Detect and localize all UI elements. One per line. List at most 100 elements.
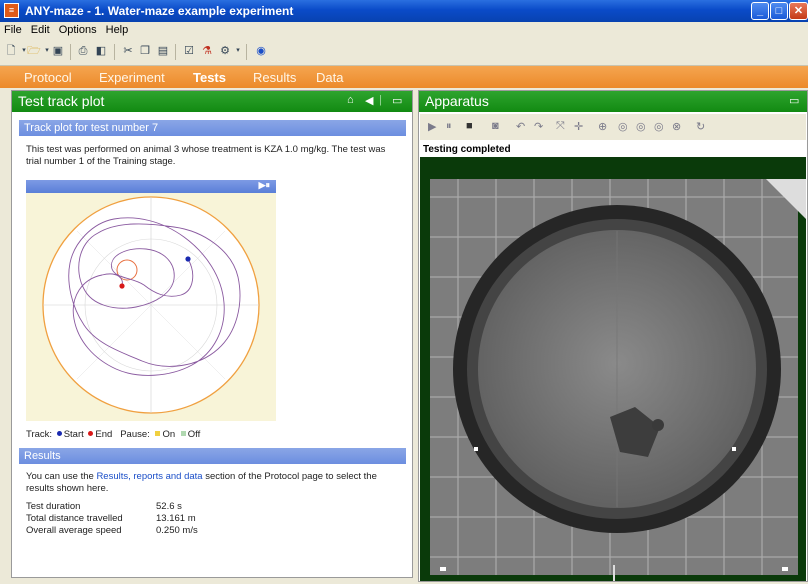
results-text: You can use the <box>26 471 97 482</box>
tab-results[interactable]: Results <box>253 70 296 85</box>
result-value: 52.6 s <box>156 501 182 512</box>
tab-experiment[interactable]: Experiment <box>99 70 165 85</box>
panel-title: Apparatus <box>425 93 489 109</box>
circle-tool-icon[interactable]: ◎ <box>636 120 646 133</box>
legend-off: Off <box>187 429 201 440</box>
zoom-icon[interactable]: ⊕ <box>598 120 607 133</box>
apparatus-toolbar: ▶ ⏸ ■ ◙ ↶ ↷ ⤧ ✛ ⊕ ◎ ◎ ◎ ⊗ ↻ <box>420 114 806 140</box>
tab-data[interactable]: Data <box>316 70 343 85</box>
marker-dot <box>440 567 446 571</box>
paste-icon[interactable]: ▤ <box>156 44 170 58</box>
redo-icon[interactable]: ↷ <box>534 120 543 133</box>
back-arrow-icon[interactable]: ◀ <box>365 94 373 107</box>
toolbar-separator <box>246 44 247 60</box>
pause-on-square-icon <box>155 431 161 437</box>
save-icon[interactable]: ▣ <box>51 44 65 58</box>
track-start-marker <box>185 256 191 262</box>
result-value: 13.161 m <box>156 513 196 524</box>
undo-icon[interactable]: ↶ <box>516 120 525 133</box>
video-frame-svg <box>430 179 806 581</box>
test-description: This test was performed on animal 3 whos… <box>26 144 386 167</box>
circle-tool-icon[interactable]: ◎ <box>654 120 664 133</box>
fit-icon[interactable]: ⤧ <box>556 120 565 133</box>
tab-tests[interactable]: Tests <box>193 70 226 85</box>
menu-file[interactable]: File <box>0 22 27 36</box>
main-toolbar: 🗋 ▾ 🗁 ▾ ▣ ⎙ ◧ ✂ ❐ ▤ ☑ ⚗ ⚙ ▾ ◉ <box>0 39 808 66</box>
track-legend: Track: Start End Pause: On Off <box>26 429 200 440</box>
maximize-button[interactable]: □ <box>770 2 788 20</box>
legend-on: On <box>162 429 176 440</box>
animal-blob <box>652 419 664 431</box>
minimize-button[interactable]: _ <box>751 2 769 20</box>
window-title: ANY-maze - 1. Water-maze example experim… <box>25 4 294 18</box>
test-status: Testing completed <box>423 144 511 155</box>
result-row: Overall average speed 0.250 m/s <box>26 525 396 536</box>
toolbar-separator <box>70 44 71 60</box>
pause-off-square-icon <box>180 431 186 437</box>
result-label: Total distance travelled <box>26 513 123 524</box>
check-icon[interactable]: ☑ <box>182 44 196 58</box>
circle-tool-icon[interactable]: ◎ <box>618 120 628 133</box>
section-title: Track plot for test number 7 <box>24 122 159 134</box>
record-icon[interactable]: ◙ <box>492 120 499 132</box>
legend-pause-label: Pause: <box>120 429 150 440</box>
cut-icon[interactable]: ✂ <box>121 44 135 58</box>
panel-title: Test track plot <box>18 93 105 109</box>
track-plot-svg <box>42 196 260 414</box>
home-icon[interactable]: ⌂ <box>347 94 354 106</box>
tab-protocol[interactable]: Protocol <box>24 70 72 85</box>
result-row: Total distance travelled 13.161 m <box>26 513 396 524</box>
play-icon[interactable]: ▶ <box>428 120 436 133</box>
play-pause-icon[interactable]: ▶⏸ <box>259 180 270 191</box>
copy-icon[interactable]: ❐ <box>138 44 152 58</box>
maximize-panel-icon[interactable]: ▭ <box>392 94 402 107</box>
plot-playback-bar: ▶⏸ <box>26 180 276 193</box>
section-header: Track plot for test number 7 <box>19 120 406 136</box>
navigation-tabs: Protocol Experiment Tests Results Data <box>0 66 808 88</box>
menu-bar: File Edit Options Help <box>0 22 808 39</box>
stop-icon[interactable]: ■ <box>466 120 473 132</box>
result-label: Test duration <box>26 501 81 512</box>
track-end-marker <box>119 283 125 289</box>
settings-icon[interactable]: ⚙ <box>218 44 232 58</box>
result-label: Overall average speed <box>26 525 122 536</box>
panel-header: Apparatus ▭ <box>419 91 807 112</box>
start-dot-icon <box>56 431 62 437</box>
marker-dot <box>732 447 736 451</box>
pause-icon[interactable]: ⏸ <box>446 120 452 133</box>
test-track-plot-panel: Test track plot ⌂ ◀ | ▭ Track plot for t… <box>11 90 413 578</box>
result-row: Test duration 52.6 s <box>26 501 396 512</box>
results-description: You can use the Results, reports and dat… <box>26 471 396 495</box>
rotate-icon[interactable]: ↻ <box>696 120 705 133</box>
toolbar-separator <box>175 44 176 60</box>
maximize-panel-icon[interactable]: ▭ <box>789 94 799 107</box>
help-icon[interactable]: ◉ <box>254 44 268 58</box>
new-file-icon[interactable]: 🗋 <box>4 44 18 58</box>
print-icon[interactable]: ⎙ <box>76 44 90 58</box>
open-folder-icon[interactable]: 🗁 <box>27 44 41 58</box>
apparatus-video <box>420 157 806 581</box>
menu-help[interactable]: Help <box>102 22 134 36</box>
anymaze-icon: ≡ <box>4 3 19 18</box>
results-title: Results <box>24 450 61 462</box>
separator: | <box>379 94 382 106</box>
results-reports-link[interactable]: Results, reports and data <box>96 471 202 482</box>
menu-options[interactable]: Options <box>55 22 102 36</box>
dropdown-arrow-icon[interactable]: ▾ <box>231 44 245 58</box>
legend-track-label: Track: <box>26 429 53 440</box>
wizard-icon[interactable]: ⚗ <box>200 44 214 58</box>
preview-icon[interactable]: ◧ <box>94 44 108 58</box>
panel-header: Test track plot ⌂ ◀ | ▭ <box>12 91 412 112</box>
track-plot <box>26 193 276 421</box>
marker-dot <box>474 447 478 451</box>
crosshair-icon[interactable]: ✛ <box>574 120 583 133</box>
title-bar: ≡ ANY-maze - 1. Water-maze example exper… <box>0 0 808 22</box>
end-dot-icon <box>88 431 94 437</box>
legend-start: Start <box>63 429 84 440</box>
cancel-icon[interactable]: ⊗ <box>672 120 681 133</box>
legend-end: End <box>95 429 113 440</box>
tape-mark <box>613 565 615 581</box>
close-button[interactable]: ✕ <box>789 2 808 20</box>
marker-dot <box>782 567 788 571</box>
menu-edit[interactable]: Edit <box>27 22 55 36</box>
